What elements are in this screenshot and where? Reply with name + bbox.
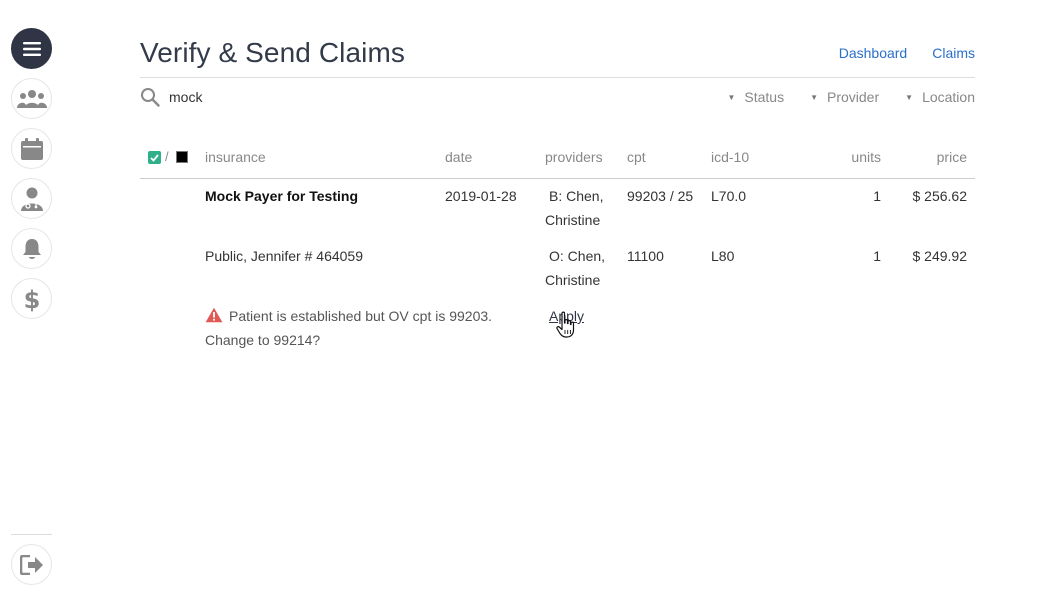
row-date: 2019-01-28 — [445, 188, 517, 204]
col-units[interactable]: units — [821, 149, 881, 165]
row-provider-line2: Christine — [545, 212, 601, 228]
billing-button[interactable]: $ — [11, 278, 52, 319]
bell-icon — [22, 238, 41, 259]
location-filter[interactable]: ▼ Location — [905, 89, 975, 105]
top-nav: Dashboard Claims — [839, 45, 975, 61]
filters: ▼ Status ▼ Provider ▼ Location — [727, 89, 975, 105]
warning-text: Patient is established but OV cpt is 992… — [205, 308, 493, 348]
row-icd10: L80 — [711, 248, 735, 264]
row-price: $ 249.92 — [912, 248, 968, 264]
select-all-checkbox[interactable] — [148, 151, 161, 164]
warning-message: Patient is established but OV cpt is 992… — [205, 304, 515, 352]
check-icon — [150, 153, 159, 162]
row-provider-line2: Christine — [545, 272, 601, 288]
row-units: 1 — [873, 188, 881, 204]
provider-filter[interactable]: ▼ Provider — [810, 89, 879, 105]
dashboard-link[interactable]: Dashboard — [839, 45, 908, 61]
warning-icon — [205, 307, 223, 323]
row-cpt: 99203 / 25 — [627, 188, 694, 204]
col-cpt[interactable]: cpt — [627, 149, 646, 165]
status-filter-label: Status — [744, 89, 785, 105]
caret-down-icon: ▼ — [810, 92, 818, 102]
row-icd10: L70.0 — [711, 188, 747, 204]
doctor-icon — [20, 187, 43, 211]
row-provider-line1: O: Chen, — [549, 248, 606, 264]
logout-icon — [19, 554, 43, 575]
caret-down-icon: ▼ — [727, 92, 736, 102]
col-icd10[interactable]: icd-10 — [711, 149, 749, 165]
row-providers: B: Chen, Christine — [545, 184, 615, 232]
hand-cursor-icon — [556, 311, 575, 338]
dollar-icon: $ — [24, 286, 40, 312]
col-providers[interactable]: providers — [545, 149, 603, 165]
logout-button[interactable] — [11, 544, 52, 585]
menu-icon — [22, 41, 41, 56]
col-price[interactable]: price — [897, 149, 967, 165]
svg-text:$: $ — [24, 286, 40, 312]
select-none-checkbox[interactable] — [176, 151, 188, 163]
sidebar-divider — [11, 534, 52, 535]
search-bar — [140, 86, 469, 108]
row-provider-line1: B: Chen, — [549, 188, 604, 204]
col-insurance[interactable]: insurance — [205, 149, 266, 165]
status-filter[interactable]: ▼ Status — [727, 89, 784, 105]
row-insurance: Public, Jennifer # 464059 — [205, 248, 363, 264]
claims-link[interactable]: Claims — [932, 45, 975, 61]
calendar-icon — [20, 137, 43, 160]
select-separator: / — [165, 149, 169, 164]
sidebar: $ — [0, 0, 64, 609]
provider-filter-label: Provider — [827, 89, 880, 105]
page-title: Verify & Send Claims — [140, 37, 405, 68]
row-providers: O: Chen, Christine — [545, 244, 615, 292]
menu-button[interactable] — [11, 28, 52, 69]
patients-button[interactable] — [11, 78, 52, 119]
providers-button[interactable] — [11, 178, 52, 219]
caret-down-icon: ▼ — [905, 92, 914, 102]
calendar-button[interactable] — [11, 128, 52, 169]
table-header-divider — [140, 178, 975, 179]
col-date[interactable]: date — [445, 149, 472, 165]
row-insurance: Mock Payer for Testing — [205, 188, 359, 204]
location-filter-label: Location — [922, 89, 975, 105]
header-divider — [140, 77, 975, 78]
notifications-button[interactable] — [11, 228, 52, 269]
users-icon — [16, 89, 47, 108]
search-input[interactable] — [169, 89, 469, 105]
row-units: 1 — [873, 248, 881, 264]
row-price: $ 256.62 — [912, 188, 968, 204]
row-cpt: 11100 — [627, 248, 664, 264]
search-icon — [141, 88, 160, 107]
